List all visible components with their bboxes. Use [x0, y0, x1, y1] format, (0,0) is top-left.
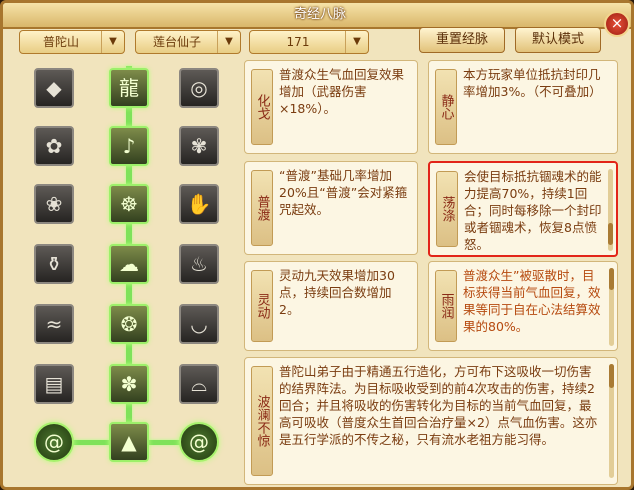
chevron-down-icon: ▼	[345, 31, 368, 53]
lotus-blade-icon: ❀	[45, 192, 63, 216]
cloud-icon: ☁	[119, 252, 139, 276]
wave-icon: ≈	[45, 312, 63, 336]
card-scrollbar[interactable]	[609, 364, 614, 478]
card-dangdi[interactable]: 荡涤 会使目标抵抗锢魂术的能力提高70%，持续1回合；同时每移除一个封印或者锢魂…	[428, 161, 618, 257]
card-text: 本方玩家单位抵抗封印几率增加3%。（不可叠加）	[463, 67, 602, 99]
gem-ball-icon: ◆	[46, 76, 62, 100]
tree-node[interactable]: ✋	[179, 184, 219, 224]
lotus-icon: ✿	[45, 134, 63, 158]
spiral-icon: @	[189, 430, 209, 454]
tree-node[interactable]: 龍	[109, 68, 149, 108]
scroll-thumb[interactable]	[609, 364, 614, 388]
hand-icon: ✋	[186, 192, 212, 216]
buddha-icon: ☸	[120, 192, 138, 216]
tree-node[interactable]: ◆	[34, 68, 74, 108]
card-label: 荡涤	[436, 171, 458, 247]
tree-node[interactable]: ≈	[34, 304, 74, 344]
tree-node[interactable]: ✿	[34, 126, 74, 166]
card-scrollbar[interactable]	[608, 169, 613, 251]
tree-node[interactable]: ◡	[179, 304, 219, 344]
tree-node[interactable]: ▲	[109, 422, 149, 462]
card-text: 会使目标抵抗锢魂术的能力提高70%，持续1回合；同时每移除一个封印或者锢魂术，恢…	[464, 169, 602, 250]
tree-node[interactable]: ▤	[34, 364, 74, 404]
tree-node[interactable]: ❀	[34, 184, 74, 224]
card-label: 化戈	[251, 69, 273, 145]
card-huage[interactable]: 化戈 普渡众生气血回复效果增加（武器伤害×18%）。	[244, 60, 418, 154]
card-label: 静心	[435, 69, 457, 145]
scroll-icon: ▤	[44, 372, 64, 396]
mountain-icon: ▲	[121, 430, 137, 454]
paw-icon: ✾	[190, 134, 208, 158]
tree-node[interactable]: ◎	[179, 68, 219, 108]
talent-tree: ◆ 龍 ◎ ✿ ♪ ✾ ❀ ☸ ✋ ⚱ ☁ ♨ ≈ ❂ ◡ ▤ ✽ ⌓ @ ▲ …	[19, 58, 229, 486]
reset-meridian-button[interactable]: 重置经脉	[419, 27, 505, 53]
card-label: 灵动	[251, 270, 273, 342]
card-text: 普渡众生气血回复效果增加（武器伤害×18%）。	[279, 67, 405, 116]
card-lingdong[interactable]: 灵动 灵动九天效果增加30点，持续回合数增加2。	[244, 261, 418, 351]
card-text: 普陀山弟子由于精通五行造化，方可布下这吸收一切伤害的结界阵法。为目标吸收受到的前…	[279, 364, 598, 447]
dragon-icon: 龍	[119, 76, 139, 100]
tree-node[interactable]: ⌓	[179, 364, 219, 404]
school-value: 普陀山	[42, 35, 79, 49]
card-label: 雨润	[435, 270, 457, 342]
close-icon: ×	[610, 14, 624, 32]
card-pudu[interactable]: 普渡 “普渡”基础几率增加20%且“普渡”会对紧箍咒起效。	[244, 161, 418, 255]
tree-node[interactable]: ⚱	[34, 244, 74, 284]
tree-node[interactable]: ☸	[109, 184, 149, 224]
close-button[interactable]: ×	[604, 11, 630, 37]
card-text: “普渡”基础几率增加20%且“普渡”会对紧箍咒起效。	[279, 168, 408, 217]
meridian-window: 奇经八脉 × 普陀山 ▼ 莲台仙子 ▼ 171 ▼ 重置经脉 默认模式 ◆ 龍 …	[0, 0, 634, 490]
card-text: 普渡众生”被驱散时，目标获得当前气血回复，效果等同于自在心法结算效果的80%。	[463, 268, 601, 334]
chevron-down-icon: ▼	[101, 31, 124, 53]
card-text: 灵动九天效果增加30点，持续回合数增加2。	[279, 268, 395, 317]
spiral-icon: @	[44, 430, 64, 454]
faction-value: 莲台仙子	[152, 35, 201, 49]
faction-dropdown[interactable]: 莲台仙子 ▼	[135, 30, 241, 54]
pot-icon: ♨	[190, 252, 208, 276]
flower-icon: ✽	[120, 372, 138, 396]
level-dropdown[interactable]: 171 ▼	[249, 30, 369, 54]
card-scrollbar[interactable]	[609, 268, 614, 346]
window-title: 奇经八脉	[293, 7, 346, 22]
scroll-thumb[interactable]	[609, 268, 614, 290]
chevron-down-icon: ▼	[217, 31, 240, 53]
title-bar: 奇经八脉	[3, 3, 631, 29]
scroll-thumb[interactable]	[608, 223, 613, 245]
tree-node[interactable]: ✾	[179, 126, 219, 166]
tree-node[interactable]: ✽	[109, 364, 149, 404]
card-label: 波澜不惊	[251, 366, 273, 476]
vase-icon: ⚱	[45, 252, 63, 276]
card-bolan[interactable]: 波澜不惊 普陀山弟子由于精通五行造化，方可布下这吸收一切伤害的结界阵法。为目标吸…	[244, 357, 618, 485]
orb-ring-icon: ◎	[190, 76, 208, 100]
tree-node[interactable]: ♨	[179, 244, 219, 284]
tree-node[interactable]: ❂	[109, 304, 149, 344]
bell-icon: ♪	[122, 134, 136, 158]
vortex-icon: ❂	[120, 312, 138, 336]
card-yurun[interactable]: 雨润 普渡众生”被驱散时，目标获得当前气血回复，效果等同于自在心法结算效果的80…	[428, 261, 618, 351]
lotus-seat-icon: ⌓	[191, 372, 207, 396]
bowl-icon: ◡	[190, 312, 208, 336]
school-dropdown[interactable]: 普陀山 ▼	[19, 30, 125, 54]
tree-node[interactable]: @	[34, 422, 74, 462]
tree-node[interactable]: ♪	[109, 126, 149, 166]
level-value: 171	[286, 35, 310, 49]
tree-node[interactable]: ☁	[109, 244, 149, 284]
default-mode-button[interactable]: 默认模式	[515, 27, 601, 53]
card-label: 普渡	[251, 170, 273, 246]
card-jingxin[interactable]: 静心 本方玩家单位抵抗封印几率增加3%。（不可叠加）	[428, 60, 618, 154]
tree-node[interactable]: @	[179, 422, 219, 462]
